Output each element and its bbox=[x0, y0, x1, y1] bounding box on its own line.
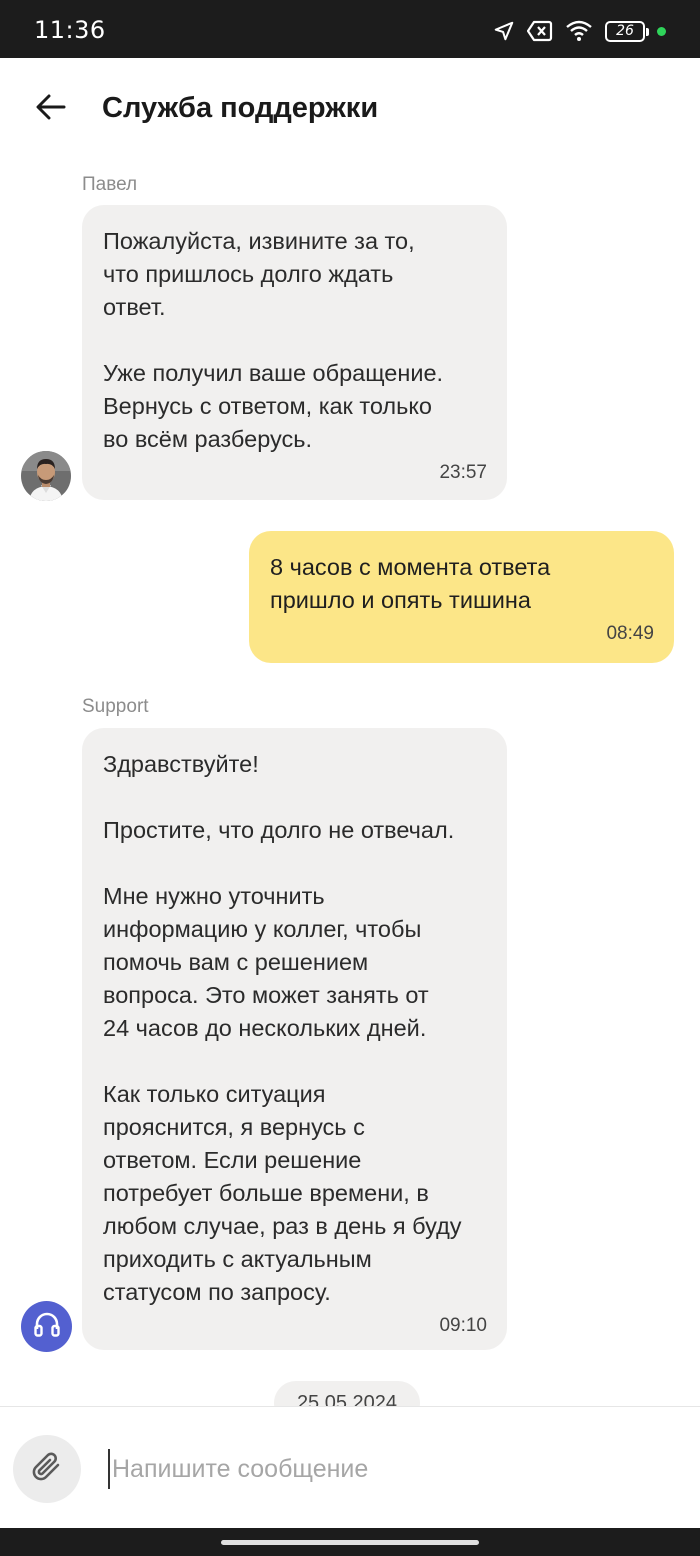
no-sim-icon bbox=[527, 20, 553, 42]
message-text: 8 часов с момента ответа пришло и опять … bbox=[270, 554, 551, 613]
sender-name: Support bbox=[82, 696, 149, 717]
support-avatar[interactable] bbox=[21, 1301, 72, 1352]
message-bubble-incoming[interactable]: Пожалуйста, извините за то, что пришлось… bbox=[82, 205, 507, 500]
status-time: 11:36 bbox=[34, 16, 106, 44]
paperclip-icon bbox=[29, 1449, 65, 1490]
header: Служба поддержки bbox=[0, 58, 700, 164]
home-indicator[interactable] bbox=[221, 1540, 479, 1545]
message-composer bbox=[0, 1406, 700, 1528]
sender-name: Павел bbox=[82, 174, 138, 195]
navigation-bar bbox=[0, 1528, 700, 1556]
arrow-left-icon bbox=[36, 93, 66, 126]
avatar[interactable] bbox=[21, 451, 71, 501]
battery-icon: 26 bbox=[605, 20, 649, 42]
message-bubble-outgoing[interactable]: 8 часов с момента ответа пришло и опять … bbox=[249, 531, 674, 663]
indicator-dot bbox=[657, 26, 666, 36]
chat-area[interactable]: Павел Пожалуйста, извините за то, что пр… bbox=[0, 164, 700, 1406]
headphones-icon bbox=[32, 1309, 62, 1344]
message-time: 09:10 bbox=[439, 1315, 487, 1336]
wifi-icon bbox=[565, 20, 593, 42]
attach-button[interactable] bbox=[13, 1435, 81, 1503]
status-icons: 26 bbox=[493, 19, 666, 43]
message-time: 23:57 bbox=[439, 462, 487, 483]
page-title: Служба поддержки bbox=[102, 92, 379, 124]
message-time: 08:49 bbox=[606, 623, 654, 644]
back-button[interactable] bbox=[28, 86, 74, 132]
message-text: Здравствуйте! Простите, что долго не отв… bbox=[103, 751, 462, 1305]
message-bubble-incoming[interactable]: Здравствуйте! Простите, что долго не отв… bbox=[82, 728, 507, 1350]
message-text: Пожалуйста, извините за то, что пришлось… bbox=[103, 228, 444, 452]
date-separator: 25.05.2024 bbox=[274, 1381, 420, 1406]
message-input[interactable] bbox=[108, 1449, 668, 1489]
status-bar: 11:36 26 bbox=[0, 0, 700, 58]
location-icon bbox=[493, 20, 515, 42]
